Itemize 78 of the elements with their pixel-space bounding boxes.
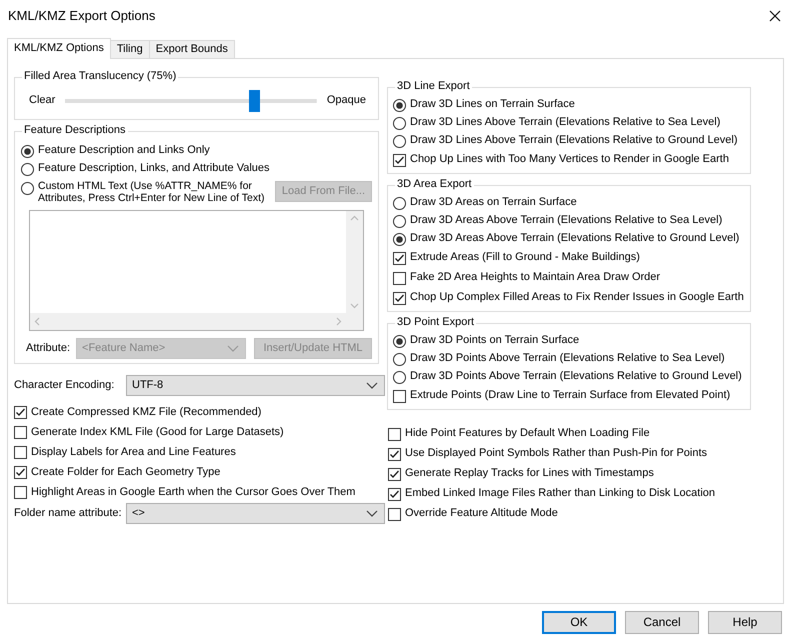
caret-icon <box>366 382 378 390</box>
radio-icon[interactable] <box>393 116 406 130</box>
radio-icon[interactable] <box>393 352 406 366</box>
radio-button[interactable]: Feature Description and Links Only <box>21 142 372 160</box>
radio-icon[interactable] <box>393 370 406 384</box>
checkbox[interactable]: Extrude Points (Draw Line to Terrain Surface from Elevated Point) <box>393 386 746 406</box>
radio-button[interactable]: Draw 3D Lines on Terrain Surface <box>393 96 746 114</box>
checkbox-icon[interactable] <box>14 486 27 499</box>
radio-button[interactable]: Custom HTML Text (Use %ATTR_NAME% for Attributes, Press Ctrl+Enter for New Line of Text) <box>21 180 275 204</box>
checkbox[interactable]: Extrude Areas (Fill to Ground - Make Buildings) <box>393 248 746 268</box>
checkbox[interactable]: Chop Up Complex Filled Areas to Fix Render Issues in Google Earth <box>393 288 746 308</box>
checkbox[interactable]: Create Folder for Each Geometry Type <box>14 462 379 482</box>
radio-button[interactable]: Draw 3D Lines Above Terrain (Elevations Relative to Ground Level) <box>393 132 746 150</box>
radio-icon[interactable] <box>393 98 406 112</box>
radio-icon[interactable] <box>393 196 406 210</box>
tab[interactable]: KML/KMZ Options <box>7 38 111 59</box>
checkbox-icon[interactable] <box>388 508 401 520</box>
group-title: 3D Area Export <box>395 178 474 192</box>
checkbox[interactable]: Generate Replay Tracks for Lines with Timestamps <box>388 464 751 484</box>
checkbox-icon[interactable] <box>388 428 401 440</box>
checkbox-icon[interactable] <box>393 252 406 264</box>
tab[interactable]: Export Bounds <box>148 40 235 58</box>
radio-button[interactable]: Draw 3D Lines Above Terrain (Elevations Relative to Sea Level) <box>393 114 746 132</box>
group-title: Feature Descriptions <box>22 124 128 138</box>
checkbox-icon[interactable] <box>388 448 401 460</box>
checkbox-icon[interactable] <box>388 488 401 500</box>
checkbox[interactable]: Use Displayed Point Symbols Rather than Push-Pin for Points <box>388 444 751 464</box>
radio-button[interactable]: Draw 3D Points Above Terrain (Elevations Relative to Sea Level) <box>393 350 746 368</box>
radio-button[interactable]: Draw 3D Points on Terrain Surface <box>393 332 746 350</box>
radio-icon[interactable] <box>21 162 34 176</box>
close-icon[interactable] <box>769 10 781 22</box>
checkbox-icon[interactable] <box>14 466 27 479</box>
radio-icon[interactable] <box>393 232 406 246</box>
checkbox[interactable]: Fake 2D Area Heights to Maintain Area Draw Order <box>393 268 746 288</box>
field-label: Folder name attribute: <box>14 507 120 520</box>
dropdown[interactable]: <> <box>126 503 385 524</box>
radio-icon[interactable] <box>393 214 406 228</box>
slider-thumb[interactable] <box>248 90 260 112</box>
field-label: Character Encoding: <box>14 379 116 392</box>
radio-button[interactable]: Draw 3D Areas Above Terrain (Elevations Relative to Sea Level) <box>393 212 746 230</box>
caret-icon <box>227 344 240 353</box>
field-label: Attribute: <box>26 342 70 356</box>
window-title: KML/KMZ Export Options <box>8 8 156 24</box>
checkbox-icon[interactable] <box>14 406 27 419</box>
checkbox-icon[interactable] <box>393 272 406 284</box>
checkbox-icon[interactable] <box>393 390 406 402</box>
radio-button[interactable]: Draw 3D Areas on Terrain Surface <box>393 194 746 212</box>
checkbox-icon[interactable] <box>393 154 406 166</box>
radio-button[interactable]: Draw 3D Areas Above Terrain (Elevations Relative to Ground Level) <box>393 230 746 248</box>
tab[interactable]: Tiling <box>110 40 150 58</box>
group-title: Filled Area Translucency (75%) <box>22 70 178 84</box>
checkbox-icon[interactable] <box>393 292 406 304</box>
dropdown[interactable]: UTF-8 <box>126 375 385 396</box>
checkbox[interactable]: Generate Index KML File (Good for Large Datasets) <box>14 422 379 442</box>
radio-button[interactable]: Draw 3D Points Above Terrain (Elevations Relative to Ground Level) <box>393 368 746 386</box>
checkbox-icon[interactable] <box>14 426 27 439</box>
dialog-button[interactable]: Cancel <box>625 611 699 634</box>
checkbox-icon[interactable] <box>388 468 401 480</box>
group-title: 3D Line Export <box>395 80 472 94</box>
radio-button[interactable]: Feature Description, Links, and Attribute Values <box>21 160 372 178</box>
checkbox[interactable]: Chop Up Lines with Too Many Vertices to Render in Google Earth <box>393 150 746 170</box>
checkbox[interactable]: Create Compressed KMZ File (Recommended) <box>14 402 379 422</box>
radio-icon[interactable] <box>393 134 406 148</box>
dialog-button[interactable]: OK <box>542 611 616 634</box>
radio-icon[interactable] <box>21 182 34 195</box>
checkbox[interactable]: Display Labels for Area and Line Features <box>14 442 379 462</box>
dialog-button[interactable]: Help <box>708 611 782 634</box>
radio-icon[interactable] <box>21 144 34 158</box>
checkbox-icon[interactable] <box>14 446 27 459</box>
checkbox[interactable]: Highlight Areas in Google Earth when the Cursor Goes Over Them <box>14 482 379 502</box>
slider-label: Clear <box>29 94 56 108</box>
slider-label: Opaque <box>326 94 366 108</box>
checkbox[interactable]: Override Feature Altitude Mode <box>388 504 751 524</box>
group-title: 3D Point Export <box>395 316 476 330</box>
checkbox[interactable]: Embed Linked Image Files Rather than Linking to Disk Location <box>388 484 751 504</box>
caret-icon <box>366 510 378 518</box>
checkbox[interactable]: Hide Point Features by Default When Loading File <box>388 424 751 444</box>
radio-icon[interactable] <box>393 334 406 348</box>
